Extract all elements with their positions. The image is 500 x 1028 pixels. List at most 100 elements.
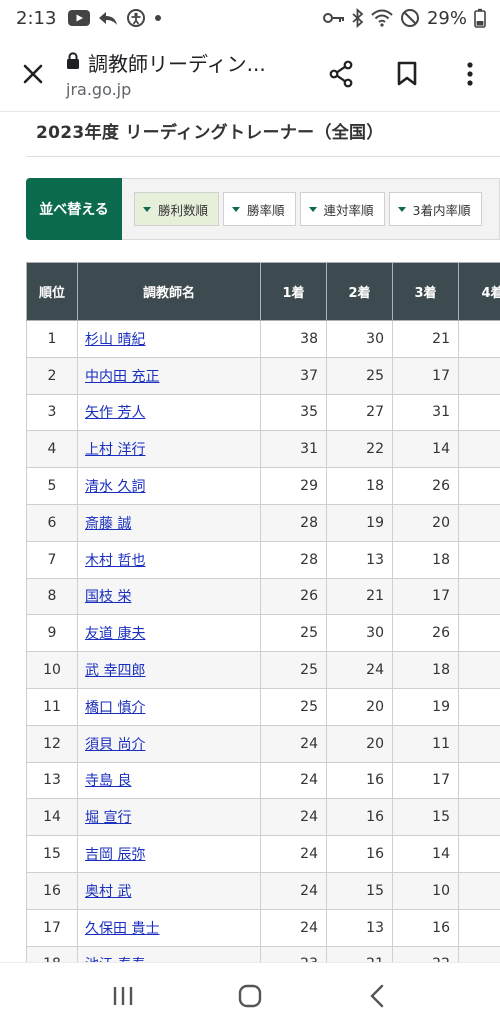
fourth-place-cell: [458, 687, 500, 726]
header-fourth: 4着: [458, 262, 500, 321]
recents-button[interactable]: [93, 966, 153, 1026]
rank-cell: 5: [26, 467, 78, 505]
rank-cell: 12: [26, 724, 78, 763]
third-place-cell: 17: [392, 761, 459, 800]
third-place-cell: 18: [392, 540, 459, 579]
trainer-name-link[interactable]: 寺島 良: [85, 773, 131, 789]
table-row: 1 杉山 晴紀 38 30 21: [26, 320, 500, 358]
first-place-cell: 26: [260, 577, 327, 616]
header-first: 1着: [260, 262, 327, 321]
fourth-place-cell: [458, 835, 500, 873]
first-place-cell: 25: [260, 651, 327, 689]
accessibility-icon: [126, 8, 146, 28]
sort-by-wins-button[interactable]: 勝利数順: [134, 192, 220, 226]
trainer-name-link[interactable]: 中内田 充正: [85, 369, 159, 385]
trainer-name-link[interactable]: 久保田 貴士: [85, 921, 159, 937]
trainer-name-link[interactable]: 堀 宣行: [85, 810, 131, 826]
first-place-cell: 24: [260, 835, 327, 873]
home-button[interactable]: [220, 966, 280, 1026]
sort-by-show-rate-button[interactable]: 3着内率順: [388, 192, 482, 226]
rank-cell: 17: [26, 908, 78, 947]
first-place-cell: 24: [260, 724, 327, 763]
caret-down-icon: [232, 206, 241, 212]
bluetooth-icon: [352, 8, 364, 28]
first-place-cell: 24: [260, 908, 327, 947]
page-info[interactable]: 調教師リーディン... jra.go.jp: [66, 48, 308, 99]
sort-label: 並べ替える: [26, 178, 122, 240]
battery-percentage: 29%: [426, 7, 467, 29]
first-place-cell: 24: [260, 761, 327, 800]
third-place-cell: 31: [392, 393, 459, 432]
trainer-name-cell: 吉岡 辰弥: [77, 835, 261, 873]
page-heading: 2023年度 リーディングトレーナー（全国）: [36, 123, 384, 143]
sort-by-place-rate-button[interactable]: 連対率順: [299, 192, 385, 226]
third-place-cell: 26: [392, 614, 459, 653]
first-place-cell: 29: [260, 467, 327, 505]
dot-icon: [154, 14, 162, 22]
trainer-name-cell: 上村 洋行: [77, 430, 261, 469]
bookmark-icon: [397, 61, 417, 85]
third-place-cell: 18: [392, 651, 459, 689]
sort-bar: 並べ替える 勝利数順 勝率順 連対率順 3着内率順: [26, 178, 500, 240]
header-second: 2着: [326, 262, 393, 321]
trainer-name-link[interactable]: 矢作 芳人: [85, 405, 145, 421]
fourth-place-cell: [458, 798, 500, 837]
trainer-name-link[interactable]: 奥村 武: [85, 884, 131, 900]
table-row: 3 矢作 芳人 35 27 31: [26, 393, 500, 432]
caret-down-icon: [308, 206, 317, 212]
fourth-place-cell: [458, 467, 500, 505]
close-icon: [23, 64, 43, 83]
first-place-cell: 25: [260, 614, 327, 653]
more-vert-icon: [467, 61, 473, 86]
third-place-cell: 17: [392, 356, 459, 395]
fourth-place-cell: [458, 908, 500, 947]
page-content[interactable]: 2023年度 リーディングトレーナー（全国） 並べ替える 勝利数順 勝率順 連対…: [0, 112, 500, 962]
rank-cell: 1: [26, 320, 78, 358]
fourth-place-cell: [458, 945, 500, 962]
sort-by-win-rate-button[interactable]: 勝率順: [223, 192, 296, 226]
first-place-cell: 24: [260, 871, 327, 910]
rank-cell: 13: [26, 761, 78, 800]
caret-down-icon: [143, 206, 151, 212]
trainer-name-cell: 奥村 武: [77, 871, 261, 910]
third-place-cell: 11: [392, 724, 459, 763]
second-place-cell: 15: [326, 871, 393, 910]
rank-cell: 6: [26, 503, 78, 542]
back-button[interactable]: [347, 966, 407, 1026]
fourth-place-cell: [458, 356, 500, 395]
close-tab-button[interactable]: [0, 36, 66, 112]
more-options-button[interactable]: [440, 36, 500, 112]
trainer-name-link[interactable]: 上村 洋行: [85, 442, 145, 458]
fourth-place-cell: [458, 871, 500, 910]
trainer-name-link[interactable]: 橋口 慎介: [85, 700, 145, 716]
trainer-name-link[interactable]: 清水 久詞: [85, 479, 145, 495]
table-row: 5 清水 久詞 29 18 26: [26, 467, 500, 505]
share-button[interactable]: [308, 36, 374, 112]
third-place-cell: 16: [392, 908, 459, 947]
second-place-cell: 25: [326, 356, 393, 395]
fourth-place-cell: [458, 393, 500, 432]
trainer-name-link[interactable]: 武 幸四郎: [85, 663, 145, 679]
status-bar: 2:13 29%: [0, 0, 500, 36]
second-place-cell: 16: [326, 798, 393, 837]
second-place-cell: 16: [326, 835, 393, 873]
lock-icon: [66, 51, 80, 74]
trainer-name-cell: 中内田 充正: [77, 356, 261, 395]
trainer-name-link[interactable]: 吉岡 辰弥: [85, 847, 145, 863]
caret-down-icon: [397, 206, 406, 212]
trainer-name-link[interactable]: 須貝 尚介: [85, 737, 145, 753]
trainer-name-cell: 木村 哲也: [77, 540, 261, 579]
trainer-name-link[interactable]: 友道 康夫: [85, 626, 145, 642]
first-place-cell: 25: [260, 687, 327, 726]
bookmark-button[interactable]: [374, 36, 440, 112]
first-place-cell: 37: [260, 356, 327, 395]
trainer-name-link[interactable]: 斎藤 誠: [85, 516, 131, 532]
sort-option-label: 3着内率順: [412, 202, 471, 218]
trainer-name-link[interactable]: 杉山 晴紀: [85, 332, 145, 348]
trainer-name-cell: 杉山 晴紀: [77, 320, 261, 358]
trainer-name-cell: 寺島 良: [77, 761, 261, 800]
table-row: 2 中内田 充正 37 25 17: [26, 356, 500, 395]
table-row: 15 吉岡 辰弥 24 16 14: [26, 835, 500, 873]
trainer-name-link[interactable]: 国枝 栄: [85, 589, 131, 605]
trainer-name-link[interactable]: 木村 哲也: [85, 553, 145, 569]
